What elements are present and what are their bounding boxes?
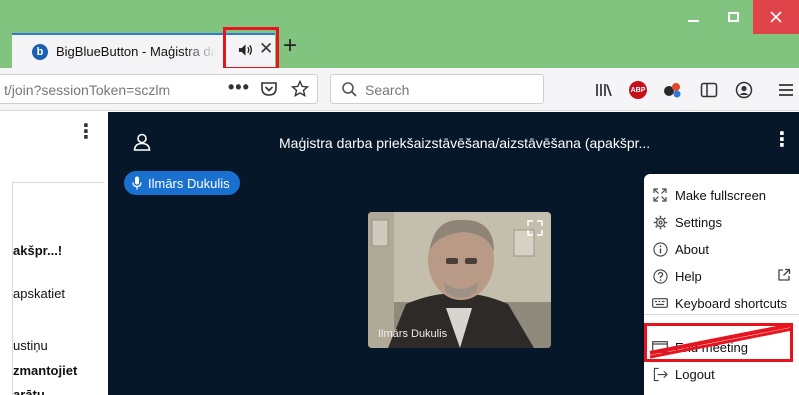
adblock-plus-icon[interactable]: ABP	[628, 80, 648, 100]
microphone-icon	[132, 176, 142, 190]
tab-audio-highlight	[223, 27, 279, 70]
search-placeholder: Search	[365, 82, 410, 98]
welcome-message: akšpr...! apskatiet ustiņu zmantojiet ar…	[12, 182, 104, 395]
address-bar[interactable]: t/join?sessionToken=sczlm •••	[0, 74, 318, 104]
make-fullscreen-item[interactable]: Make fullscreen	[644, 182, 799, 208]
url-text: t/join?sessionToken=sczlm	[4, 82, 171, 98]
options-menu-icon[interactable]: ⋮	[772, 130, 792, 150]
webcam-video[interactable]: Ilmārs Dukulis	[368, 212, 551, 348]
help-icon	[652, 268, 668, 284]
new-tab-button[interactable]: +	[283, 34, 297, 58]
settings-label: Settings	[675, 214, 722, 230]
tab-title: BigBlueButton - Maģistra da	[56, 44, 216, 59]
search-icon	[342, 82, 357, 97]
gear-icon	[652, 214, 668, 230]
navigation-toolbar: t/join?sessionToken=sczlm ••• Search ABP	[0, 68, 799, 111]
extension-icon[interactable]	[663, 80, 683, 100]
welcome-line: apskatiet	[13, 286, 66, 301]
help-item[interactable]: Help	[644, 263, 799, 289]
search-input[interactable]: Search	[330, 74, 544, 104]
logout-label: Logout	[675, 366, 715, 382]
help-label: Help	[675, 268, 702, 284]
pocket-icon[interactable]	[260, 80, 278, 98]
maximize-icon	[727, 12, 739, 22]
close-icon	[770, 11, 782, 23]
maximize-button[interactable]	[713, 0, 753, 34]
close-window-button[interactable]	[753, 0, 799, 34]
bookmark-star-icon[interactable]	[291, 80, 309, 98]
chat-panel: ⋮ akšpr...! apskatiet ustiņu zmantojiet …	[0, 112, 108, 395]
keyboard-icon	[652, 295, 668, 311]
keyboard-shortcuts-label: Keyboard shortcuts	[675, 295, 788, 311]
minimize-button[interactable]	[673, 0, 713, 34]
about-item[interactable]: About	[644, 236, 799, 262]
user-list-icon[interactable]	[132, 132, 152, 152]
logout-item[interactable]: Logout	[644, 361, 799, 387]
window-controls	[673, 0, 799, 34]
talking-indicator[interactable]: Ilmārs Dukulis	[124, 171, 240, 195]
account-icon[interactable]	[734, 80, 754, 100]
webcam-username: Ilmārs Dukulis	[378, 328, 448, 340]
settings-item[interactable]: Settings	[644, 209, 799, 235]
welcome-line: zmantojiet	[13, 363, 78, 378]
panel-options-icon[interactable]: ⋮	[76, 122, 96, 142]
sidebar-icon[interactable]	[699, 80, 719, 100]
logout-icon	[652, 366, 668, 382]
end-meeting-icon	[652, 339, 668, 355]
external-link-icon	[778, 268, 791, 281]
page-actions-icon[interactable]: •••	[228, 77, 250, 98]
talker-name: Ilmārs Dukulis	[148, 175, 230, 191]
library-icon[interactable]	[594, 80, 614, 100]
menu-divider	[644, 314, 799, 315]
end-meeting-label: End meeting	[675, 339, 748, 355]
hamburger-menu-icon[interactable]	[776, 80, 796, 100]
welcome-line: akšpr...!	[13, 243, 63, 258]
about-label: About	[675, 241, 709, 257]
meeting-title: Maģistra darba priekšaizstāvēšana/aizstā…	[279, 135, 651, 151]
fullscreen-icon[interactable]	[527, 220, 543, 236]
fullscreen-label: Make fullscreen	[675, 187, 767, 203]
minimize-icon	[687, 20, 699, 22]
welcome-line: ustiņu	[13, 338, 48, 353]
keyboard-shortcuts-item[interactable]: Keyboard shortcuts	[644, 290, 799, 316]
welcome-line: arātu	[13, 387, 45, 395]
end-meeting-item[interactable]: End meeting	[644, 334, 799, 360]
bigbluebutton-logo-icon: b	[32, 43, 48, 60]
info-icon	[652, 241, 668, 257]
fullscreen-icon	[652, 187, 668, 203]
options-dropdown: Make fullscreen Settings About Help Keyb…	[644, 174, 799, 395]
